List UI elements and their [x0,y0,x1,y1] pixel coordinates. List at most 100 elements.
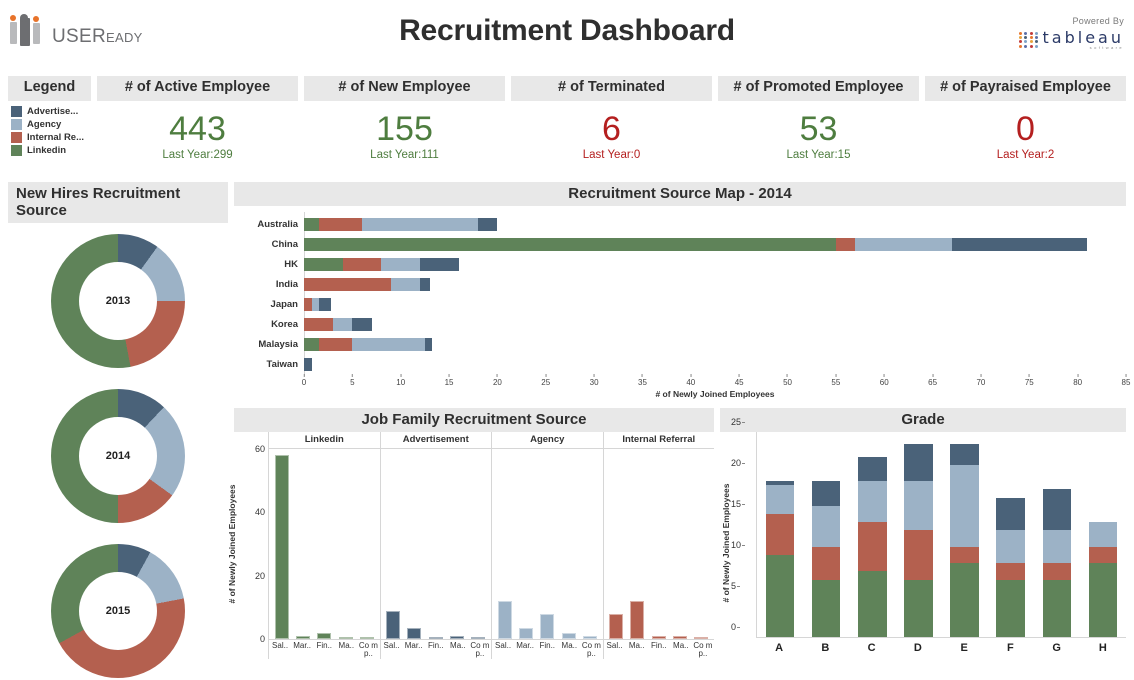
grade-bar[interactable] [803,432,849,637]
source-map-chart[interactable]: Australia China HK India Japan Korea Malaysia T… [234,206,1130,399]
kpi-payraised-employee[interactable]: # of Payraised Employee 0 Last Year:2 [925,76,1126,176]
job-family-x-label: Sal.. [606,641,623,650]
grade-bar-segment [904,579,933,637]
new-hires-panel: New Hires Recruitment Source 2013 2014 201… [8,182,228,680]
kpi-active-employee[interactable]: # of Active Employee 443 Last Year:299 [97,76,298,176]
axis-tick: 0 [259,634,265,644]
grade-bar[interactable] [757,432,803,637]
job-family-bar-cell[interactable] [494,449,515,639]
grade-chart[interactable]: 0 5 10 15 20 25 [731,417,1126,637]
source-map-row[interactable]: Japan [234,294,1126,314]
job-family-bar-cell[interactable] [558,449,579,639]
job-family-bar-cell[interactable] [648,449,669,639]
job-family-x-label: Ma.. [561,641,578,650]
job-family-bar-cell[interactable] [404,449,425,639]
source-map-bar-segment [342,257,382,271]
job-family-x-label: Ma.. [450,641,466,650]
source-map-bar-segment [304,357,312,371]
job-family-bar [295,635,310,639]
source-map-bar [304,277,1126,291]
donut-chart[interactable]: 2015 [8,533,228,680]
donut-chart[interactable]: 2013 [8,223,228,378]
job-family-bar-cell[interactable] [579,449,600,639]
job-family-x-label: Co mp.. [693,641,713,659]
source-map-bar-segment [381,257,421,271]
source-map-bar [304,237,1126,251]
grade-bar-segment [950,546,979,564]
dashboard-header: USEREADY Recruitment Dashboard Powered B… [0,0,1134,70]
kpi-promoted-employee[interactable]: # of Promoted Employee 53 Last Year:15 [718,76,919,176]
job-family-x-label: Sal.. [383,641,400,650]
legend-item-label: Linkedin [27,144,67,156]
axis-tick: 25 [731,417,746,427]
job-family-bar-cell[interactable] [446,449,467,639]
grade-bar[interactable] [1034,432,1080,637]
job-family-bar-cell[interactable] [468,449,489,639]
job-family-bar-cell[interactable] [606,449,627,639]
source-map-title: Recruitment Source Map - 2014 [234,182,1126,206]
job-family-x-label: Ma.. [338,641,355,650]
job-family-bar-cell[interactable] [314,449,335,639]
job-family-panel-header: Linkedin [268,432,380,448]
donut-year-label: 2013 [105,294,131,307]
source-map-x-axis: 0 5 10 15 20 25 30 35 40 45 50 55 60 65 70 75 80 85 [302,374,1130,388]
kpi-value: 443 [169,109,226,148]
grade-bar[interactable] [895,432,941,637]
axis-tick: 30 [590,374,599,387]
legend-swatch [11,144,22,156]
job-family-bar-cell[interactable] [627,449,648,639]
kpi-new-employee[interactable]: # of New Employee 155 Last Year:111 [304,76,505,176]
grade-bar[interactable] [988,432,1034,637]
source-map-row[interactable]: India [234,274,1126,294]
grade-bar[interactable] [942,432,988,637]
source-map-row[interactable]: China [234,234,1126,254]
job-family-bar-cell[interactable] [356,449,377,639]
legend-item-label: Internal Re... [27,131,85,143]
job-family-x-group: Sal.. Mar.. Fin.. Ma.. Co mp.. [379,640,492,659]
kpi-last-year: Last Year:111 [370,148,439,161]
grade-bar[interactable] [849,432,895,637]
job-family-title: Job Family Recruitment Source [234,408,714,432]
grade-x-label: D [913,642,922,654]
job-family-bar-cell[interactable] [335,449,356,639]
axis-tick: 20 [493,374,502,387]
job-family-bar [582,636,597,639]
job-family-bar-cell[interactable] [292,449,313,639]
legend-item[interactable]: Agency [11,118,91,130]
donut-ring: 2015 [51,543,185,678]
source-map-row[interactable]: Taiwan [234,354,1126,374]
kpi-terminated[interactable]: # of Terminated 6 Last Year:0 [511,76,712,176]
axis-tick: 85 [1122,374,1130,387]
job-family-x-group: Sal.. Mar.. Fin.. Ma.. Co mp.. [491,640,603,659]
axis-tick: 0 [302,374,306,387]
job-family-bar-cell[interactable] [383,449,404,639]
kpi-last-year: Last Year:2 [996,148,1055,161]
job-family-bar-cell[interactable] [271,449,292,639]
source-map-bar-segment [304,337,319,351]
grade-bar-segment [858,456,887,482]
job-family-bar-cell[interactable] [515,449,536,639]
donut-chart[interactable]: 2014 [8,378,228,533]
job-family-bar [630,601,645,639]
source-map-bar-segment [835,237,856,251]
legend-item[interactable]: Internal Re... [11,131,91,143]
job-family-bar-cell[interactable] [669,449,690,639]
legend-item[interactable]: Advertise... [11,105,91,117]
kpi-title: # of Promoted Employee [718,76,919,101]
axis-tick: 40 [686,374,695,387]
job-family-bar-cell[interactable] [537,449,558,639]
grade-bar[interactable] [1080,432,1126,637]
axis-tick: 55 [831,374,840,387]
job-family-bar-cell[interactable] [425,449,446,639]
grade-x-label: G [1052,642,1061,654]
source-map-row[interactable]: Australia [234,214,1126,234]
legend-item[interactable]: Linkedin [11,144,91,156]
source-map-row[interactable]: Malaysia [234,334,1126,354]
grade-bar-segment [904,444,933,482]
source-map-bar-segment [304,277,392,291]
source-map-row[interactable]: HK [234,254,1126,274]
job-family-chart[interactable]: # of Newly Joined Employees 0 20 40 60 [227,444,714,644]
job-family-bar-cell[interactable] [691,449,712,639]
axis-tick: 5 [350,374,355,387]
source-map-row[interactable]: Korea [234,314,1126,334]
